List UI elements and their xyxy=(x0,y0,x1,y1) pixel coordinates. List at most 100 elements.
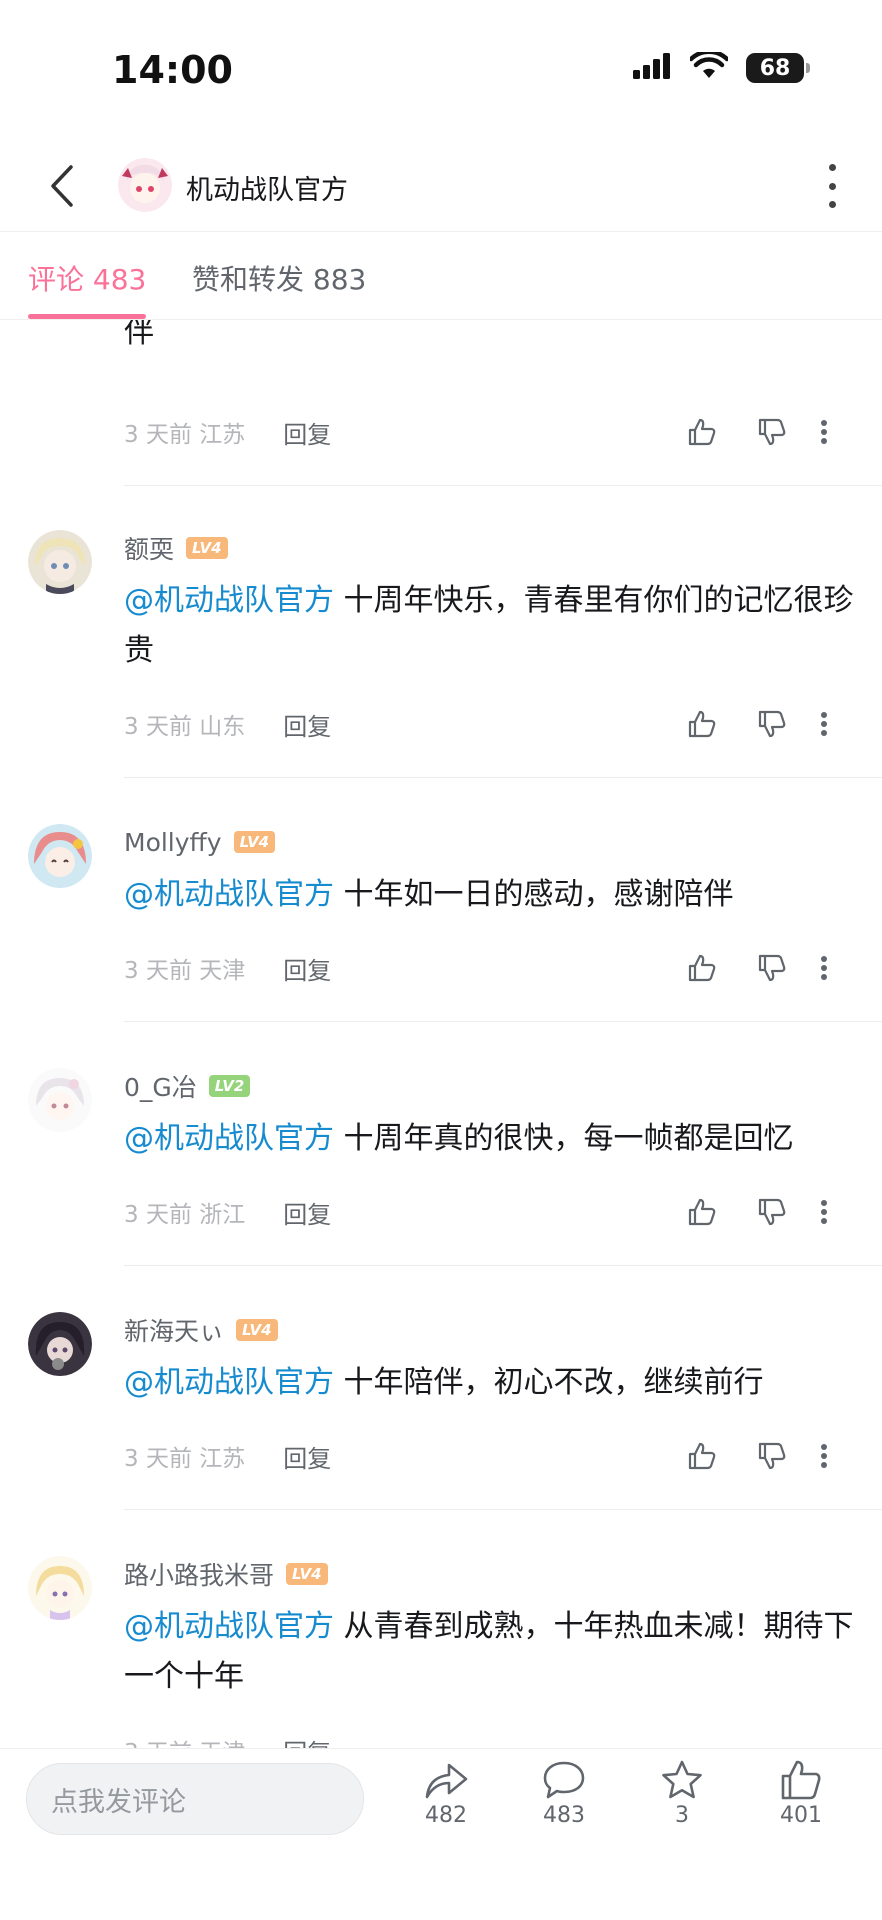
level-badge: LV4 xyxy=(233,831,276,853)
mention-link[interactable]: @机动战队官方 xyxy=(124,583,334,618)
reply-button[interactable]: 回复 xyxy=(283,1733,331,1749)
reply-button[interactable]: 回复 xyxy=(283,1439,331,1474)
thumbs-down-icon[interactable] xyxy=(752,412,792,452)
divider xyxy=(124,485,882,486)
status-bar: 14:00 68 xyxy=(0,0,882,130)
thumbs-down-icon[interactable] xyxy=(752,1192,792,1232)
comment-actions xyxy=(652,948,834,988)
like-count: 401 xyxy=(780,1803,822,1828)
level-badge: LV4 xyxy=(186,537,228,559)
favorite-button[interactable]: 3 xyxy=(637,1759,727,1828)
page-title: 机动战队官方 xyxy=(186,175,348,206)
active-tab-indicator xyxy=(28,314,146,319)
cellular-signal-icon xyxy=(632,52,672,84)
comment-text: @机动战队官方 十周年真的很快，每一帧都是回忆 xyxy=(124,1121,794,1156)
username[interactable]: 额耎 xyxy=(124,530,174,566)
thumbs-up-icon[interactable] xyxy=(682,704,722,744)
divider xyxy=(124,1021,882,1022)
top-nav-bar: 机动战队官方 xyxy=(0,140,882,232)
comment-actions xyxy=(652,1192,834,1232)
avatar[interactable] xyxy=(28,824,92,888)
comment-meta: 3 天前 江苏 回复 xyxy=(124,412,858,452)
level-badge: LV2 xyxy=(208,1075,251,1097)
divider xyxy=(124,1509,882,1510)
share-count: 482 xyxy=(425,1803,467,1828)
reply-button[interactable]: 回复 xyxy=(283,707,331,742)
mention-link[interactable]: @机动战队官方 xyxy=(124,1609,334,1644)
comment-meta: 3 天前 江苏 回复 xyxy=(124,1436,858,1476)
comment-more-icon[interactable] xyxy=(814,704,834,744)
comment-actions xyxy=(652,1436,834,1476)
reply-button[interactable]: 回复 xyxy=(283,951,331,986)
share-button[interactable]: 482 xyxy=(401,1759,491,1828)
mention-link[interactable]: @机动战队官方 xyxy=(124,1365,334,1400)
wifi-icon xyxy=(688,49,730,84)
comment-meta: 3 天前 天津 回复 xyxy=(124,1730,858,1749)
comment-more-icon[interactable] xyxy=(814,1436,834,1476)
comment-meta: 3 天前 山东 回复 xyxy=(124,704,858,744)
tab-likes-reposts[interactable]: 赞和转发 883 xyxy=(192,258,366,298)
favorite-count: 3 xyxy=(675,1803,689,1828)
username[interactable]: 0_G冶 xyxy=(124,1068,197,1104)
level-badge: LV4 xyxy=(236,1319,278,1341)
comment-input[interactable]: 点我发评论 xyxy=(26,1763,364,1835)
comment-text: @机动战队官方 十年如一日的感动，感谢陪伴 xyxy=(124,877,734,912)
comment-more-icon[interactable] xyxy=(814,412,834,452)
thumbs-up-icon[interactable] xyxy=(682,1436,722,1476)
mention-link[interactable]: @机动战队官方 xyxy=(124,877,334,912)
avatar[interactable] xyxy=(28,1068,92,1132)
share-icon xyxy=(425,1763,468,1799)
comment-text: @机动战队官方 十周年快乐，青春里有你们的记忆很珍贵 xyxy=(124,583,854,668)
comment-time-location: 3 天前 山东 xyxy=(124,714,246,740)
level-badge: LV4 xyxy=(286,1563,328,1585)
comment-text: 伴 xyxy=(124,320,154,350)
thumbs-up-icon[interactable] xyxy=(682,948,722,988)
thumbs-up-icon[interactable] xyxy=(682,1192,722,1232)
username[interactable]: Mollyffy xyxy=(124,828,222,857)
more-options-icon[interactable] xyxy=(822,164,842,208)
comment-time-location: 3 天前 天津 xyxy=(124,958,246,984)
avatar[interactable] xyxy=(28,1312,92,1376)
comment-time-location: 3 天前 江苏 xyxy=(124,422,246,448)
comment-button[interactable]: 483 xyxy=(519,1759,609,1828)
status-icons: 68 xyxy=(632,49,810,84)
comment-bubble-icon xyxy=(543,1761,585,1799)
thumbs-down-icon[interactable] xyxy=(752,1436,792,1476)
reply-button[interactable]: 回复 xyxy=(283,1195,331,1230)
comment-meta: 3 天前 天津 回复 xyxy=(124,948,858,988)
comment-actions xyxy=(652,412,834,452)
comment-meta: 3 天前 浙江 回复 xyxy=(124,1192,858,1232)
avatar[interactable] xyxy=(28,530,92,594)
comment-count: 483 xyxy=(543,1803,585,1828)
username[interactable]: 新海天ぃ xyxy=(124,1312,224,1348)
thumbs-up-icon xyxy=(781,1760,821,1800)
bottom-action-bar: 点我发评论 482 483 3 401 xyxy=(0,1748,882,1920)
comment-time-location: 3 天前 江苏 xyxy=(124,1446,246,1472)
account-avatar[interactable] xyxy=(118,158,172,212)
avatar[interactable] xyxy=(28,1556,92,1620)
mention-link[interactable]: @机动战队官方 xyxy=(124,1121,334,1156)
comment-more-icon[interactable] xyxy=(814,1192,834,1232)
star-icon xyxy=(662,1760,702,1799)
comment-list[interactable]: 伴 3 天前 江苏 回复 额耎 LV4 @机动战队官方 十周年快乐，青春里有你们… xyxy=(0,320,882,1748)
divider xyxy=(124,777,882,778)
thumbs-up-icon[interactable] xyxy=(682,412,722,452)
comment-time-location: 3 天前 天津 xyxy=(124,1733,245,1748)
comment-more-icon[interactable] xyxy=(814,948,834,988)
status-time: 14:00 xyxy=(112,48,233,92)
thumbs-down-icon[interactable] xyxy=(752,948,792,988)
thumbs-down-icon[interactable] xyxy=(752,704,792,744)
tab-bar: 评论 483 赞和转发 883 xyxy=(0,232,882,320)
comment-text: @机动战队官方 十年陪伴，初心不改，继续前行 xyxy=(124,1365,764,1400)
back-button[interactable] xyxy=(40,162,84,210)
like-button[interactable]: 401 xyxy=(756,1759,846,1828)
reply-button[interactable]: 回复 xyxy=(283,415,331,450)
username[interactable]: 路小路我米哥 xyxy=(124,1556,274,1592)
comment-actions xyxy=(652,704,834,744)
comment-time-location: 3 天前 浙江 xyxy=(124,1202,246,1228)
comment-text: @机动战队官方 从青春到成熟，十年热血未减！期待下一个十年 xyxy=(124,1609,854,1694)
chevron-left-icon xyxy=(51,165,73,207)
battery-icon: 68 xyxy=(746,53,810,83)
tab-comments[interactable]: 评论 483 xyxy=(28,258,146,298)
divider xyxy=(124,1265,882,1266)
